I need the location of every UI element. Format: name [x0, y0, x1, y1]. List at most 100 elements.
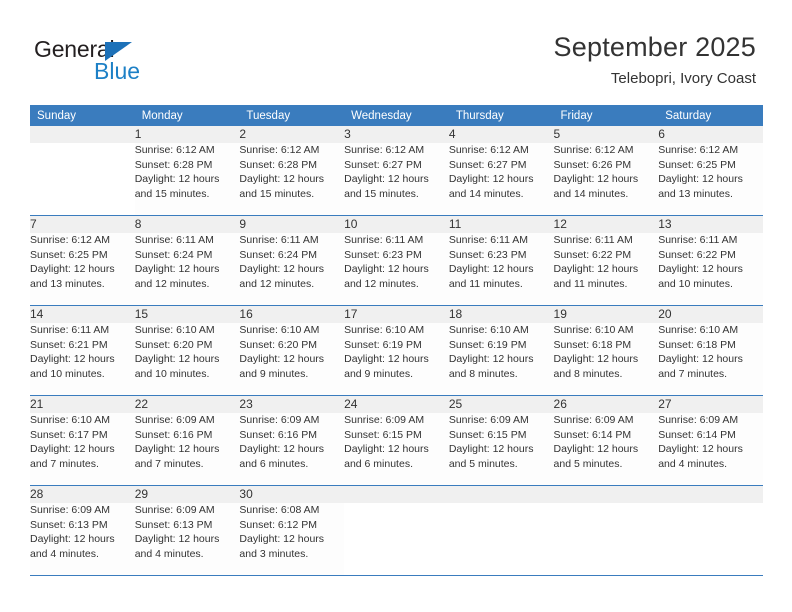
day-number[interactable]: 7: [30, 216, 135, 233]
day-cell[interactable]: Sunrise: 6:10 AM Sunset: 6:19 PM Daylight:…: [448, 323, 554, 395]
day-number[interactable]: 17: [344, 306, 449, 323]
day-detail-line: and 4 minutes.: [658, 457, 728, 470]
day-cell[interactable]: Sunrise: 6:08 AM Sunset: 6:12 PM Daylight:…: [239, 503, 345, 575]
day-cell[interactable]: Sunrise: 6:11 AM Sunset: 6:23 PM Daylight:…: [448, 233, 554, 305]
day-cell[interactable]: Sunrise: 6:10 AM Sunset: 6:17 PM Daylight:…: [30, 413, 135, 485]
day-detail-line: Sunrise: 6:10 AM: [30, 414, 110, 426]
day-detail-line: Sunrise: 6:11 AM: [658, 234, 738, 246]
day-cell[interactable]: Sunrise: 6:12 AM Sunset: 6:28 PM Daylight:…: [239, 143, 345, 215]
day-number[interactable]: 4: [448, 126, 554, 143]
weekday-header-tuesday: Tuesday: [239, 105, 345, 126]
day-cell[interactable]: Sunrise: 6:10 AM Sunset: 6:20 PM Daylight:…: [239, 323, 345, 395]
day-number[interactable]: 8: [134, 216, 240, 233]
day-detail-line: Sunrise: 6:10 AM: [448, 324, 529, 336]
day-cell[interactable]: Sunrise: 6:12 AM Sunset: 6:28 PM Daylight:…: [134, 143, 240, 215]
day-number[interactable]: 23: [239, 396, 345, 413]
day-detail-line: Daylight: 12 hours: [30, 533, 115, 546]
day-number[interactable]: 24: [344, 396, 449, 413]
day-cell[interactable]: Sunrise: 6:10 AM Sunset: 6:18 PM Daylight:…: [553, 323, 659, 395]
general-blue-logo[interactable]: General Blue: [34, 36, 214, 86]
day-number[interactable]: 5: [553, 126, 659, 143]
day-detail-line: Sunrise: 6:12 AM: [658, 144, 739, 156]
day-cell[interactable]: Sunrise: 6:12 AM Sunset: 6:25 PM Daylight:…: [658, 143, 763, 215]
day-cell[interactable]: Sunrise: 6:09 AM Sunset: 6:16 PM Daylight:…: [239, 413, 345, 485]
day-cell[interactable]: Sunrise: 6:12 AM Sunset: 6:25 PM Daylight:…: [30, 233, 135, 305]
day-number[interactable]: 27: [658, 396, 763, 413]
day-number[interactable]: 9: [239, 216, 345, 233]
day-detail-line: Sunset: 6:22 PM: [658, 248, 736, 261]
day-number[interactable]: 28: [30, 486, 135, 503]
day-detail-line: Daylight: 12 hours: [553, 173, 639, 186]
day-cell[interactable]: Sunrise: 6:11 AM Sunset: 6:22 PM Daylight:…: [553, 233, 659, 305]
day-cell[interactable]: Sunrise: 6:09 AM Sunset: 6:14 PM Daylight:…: [553, 413, 659, 485]
day-number[interactable]: 10: [344, 216, 449, 233]
day-cell[interactable]: Sunrise: 6:10 AM Sunset: 6:20 PM Daylight:…: [134, 323, 240, 395]
day-number[interactable]: 13: [658, 216, 763, 233]
day-cell[interactable]: Sunrise: 6:12 AM Sunset: 6:27 PM Daylight:…: [344, 143, 449, 215]
day-number[interactable]: 6: [658, 126, 763, 143]
day-detail-line: Sunrise: 6:11 AM: [344, 234, 424, 246]
day-cell[interactable]: Sunrise: 6:11 AM Sunset: 6:23 PM Daylight:…: [344, 233, 449, 305]
day-detail-line: Sunset: 6:16 PM: [134, 428, 213, 441]
day-cell[interactable]: Sunrise: 6:09 AM Sunset: 6:13 PM Daylight:…: [134, 503, 240, 575]
day-cell[interactable]: Sunrise: 6:11 AM Sunset: 6:24 PM Daylight:…: [134, 233, 240, 305]
day-number[interactable]: 30: [239, 486, 345, 503]
weekday-header-monday: Monday: [134, 105, 240, 126]
day-detail-line: Sunset: 6:14 PM: [658, 428, 736, 441]
day-cell[interactable]: Sunrise: 6:11 AM Sunset: 6:22 PM Daylight:…: [658, 233, 763, 305]
day-detail-line: Daylight: 12 hours: [239, 173, 325, 186]
day-cell[interactable]: Sunrise: 6:10 AM Sunset: 6:18 PM Daylight:…: [658, 323, 763, 395]
day-cell[interactable]: Sunrise: 6:12 AM Sunset: 6:26 PM Daylight:…: [553, 143, 659, 215]
day-number[interactable]: 15: [134, 306, 240, 323]
day-detail-line: Sunset: 6:13 PM: [30, 518, 108, 531]
day-detail-line: Sunrise: 6:09 AM: [553, 414, 634, 426]
day-cell[interactable]: Sunrise: 6:09 AM Sunset: 6:14 PM Daylight:…: [658, 413, 763, 485]
day-cell[interactable]: Sunrise: 6:11 AM Sunset: 6:24 PM Daylight:…: [239, 233, 345, 305]
day-detail-line: and 9 minutes.: [344, 367, 413, 380]
page-title: September 2025: [553, 32, 756, 62]
day-detail-line: Sunrise: 6:12 AM: [134, 144, 215, 156]
day-number[interactable]: 16: [239, 306, 345, 323]
day-cell[interactable]: Sunrise: 6:09 AM Sunset: 6:13 PM Daylight:…: [30, 503, 135, 575]
page-header: General Blue September 2025 Telebopri, I…: [0, 0, 792, 96]
day-cell-empty: [448, 503, 554, 575]
week-content-row: Sunrise: 6:12 AM Sunset: 6:28 PM Daylight:…: [30, 143, 763, 215]
day-detail-line: Sunset: 6:25 PM: [30, 248, 108, 261]
day-detail-line: Daylight: 12 hours: [658, 263, 743, 276]
day-detail-line: Daylight: 12 hours: [553, 353, 639, 366]
day-number[interactable]: 14: [30, 306, 135, 323]
day-number[interactable]: 21: [30, 396, 135, 413]
day-number[interactable]: 22: [134, 396, 240, 413]
day-cell[interactable]: Sunrise: 6:09 AM Sunset: 6:16 PM Daylight:…: [134, 413, 240, 485]
day-detail-line: and 12 minutes.: [134, 277, 210, 290]
day-number[interactable]: 29: [134, 486, 240, 503]
day-cell[interactable]: Sunrise: 6:12 AM Sunset: 6:27 PM Daylight:…: [448, 143, 554, 215]
day-number[interactable]: 25: [448, 396, 554, 413]
day-cell[interactable]: Sunrise: 6:10 AM Sunset: 6:19 PM Daylight:…: [344, 323, 449, 395]
day-cell[interactable]: Sunrise: 6:09 AM Sunset: 6:15 PM Daylight:…: [448, 413, 554, 485]
day-number[interactable]: 1: [134, 126, 240, 143]
day-number[interactable]: 19: [553, 306, 659, 323]
day-detail-line: Sunset: 6:12 PM: [239, 518, 318, 531]
day-number[interactable]: 2: [239, 126, 345, 143]
day-detail-line: Daylight: 12 hours: [239, 353, 325, 366]
day-number[interactable]: 11: [448, 216, 554, 233]
calendar-grid: Sunday Monday Tuesday Wednesday Thursday…: [30, 105, 763, 576]
day-number[interactable]: 18: [448, 306, 554, 323]
day-detail-line: Sunrise: 6:08 AM: [239, 504, 320, 516]
day-detail-line: Sunrise: 6:09 AM: [344, 414, 425, 426]
day-number[interactable]: 26: [553, 396, 659, 413]
day-detail-line: Sunset: 6:27 PM: [448, 158, 527, 171]
day-cell[interactable]: Sunrise: 6:09 AM Sunset: 6:15 PM Daylight:…: [344, 413, 449, 485]
weekday-header-sunday: Sunday: [30, 105, 135, 126]
day-detail-line: Daylight: 12 hours: [344, 443, 429, 456]
day-detail-line: Daylight: 12 hours: [239, 263, 325, 276]
day-detail-line: Sunrise: 6:11 AM: [448, 234, 528, 246]
day-number[interactable]: 20: [658, 306, 763, 323]
day-detail-line: Sunset: 6:23 PM: [344, 248, 422, 261]
day-detail-line: and 11 minutes.: [553, 277, 628, 290]
day-detail-line: Sunset: 6:28 PM: [239, 158, 318, 171]
day-cell[interactable]: Sunrise: 6:11 AM Sunset: 6:21 PM Daylight:…: [30, 323, 135, 395]
day-number[interactable]: 3: [344, 126, 449, 143]
day-number[interactable]: 12: [553, 216, 659, 233]
